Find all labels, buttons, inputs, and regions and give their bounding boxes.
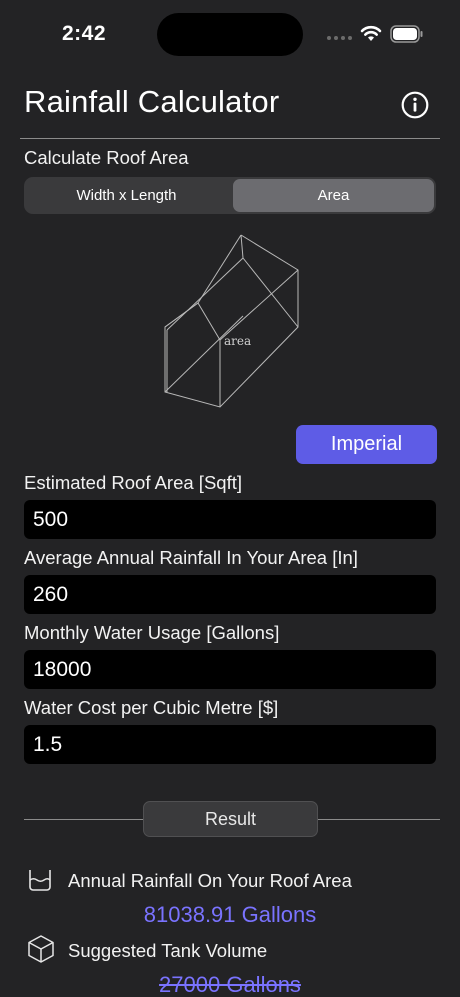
annual-rainfall-result-value: 81038.91 Gallons <box>143 902 317 927</box>
monthly-water-usage-input[interactable]: 18000 <box>24 650 436 689</box>
cube-icon <box>28 935 54 963</box>
info-circle-icon[interactable] <box>401 91 429 119</box>
roof-area-mode-segmented-control[interactable]: Width x Length Area <box>24 177 436 214</box>
annual-rainfall-input[interactable]: 260 <box>24 575 436 614</box>
result-divider-right <box>318 819 440 820</box>
water-cost-label: Water Cost per Cubic Metre [$] <box>24 697 279 718</box>
calculate-roof-area-label: Calculate Roof Area <box>24 147 189 168</box>
result-button[interactable]: Result <box>143 801 318 837</box>
segment-area[interactable]: Area <box>233 179 434 212</box>
status-time: 2:42 <box>62 22 107 45</box>
roof-area-input[interactable]: 500 <box>24 500 436 539</box>
result-divider-left <box>24 819 143 820</box>
annual-rainfall-label: Average Annual Rainfall In Your Area [In… <box>24 547 358 568</box>
roof-area-diagram: area <box>164 234 299 408</box>
battery-icon <box>390 25 423 43</box>
roof-area-label: Estimated Roof Area [Sqft] <box>24 472 242 493</box>
water-tank-icon <box>29 870 51 891</box>
annual-rainfall-result-label: Annual Rainfall On Your Roof Area <box>68 870 352 891</box>
status-bar: 2:42 <box>0 0 460 70</box>
roof-diagram-label: area <box>224 334 251 348</box>
water-cost-input[interactable]: 1.5 <box>24 725 436 764</box>
header-divider <box>20 138 440 139</box>
monthly-water-usage-label: Monthly Water Usage [Gallons] <box>24 622 280 643</box>
dynamic-island <box>157 13 303 56</box>
cellular-signal-icon <box>327 36 352 40</box>
tank-volume-result-value: 27000 Gallons <box>159 972 301 997</box>
units-toggle-button[interactable]: Imperial <box>296 425 437 464</box>
wifi-icon <box>360 25 382 41</box>
segment-width-x-length[interactable]: Width x Length <box>26 179 227 212</box>
page-title: Rainfall Calculator <box>24 84 280 119</box>
tank-volume-result-label: Suggested Tank Volume <box>68 940 268 961</box>
